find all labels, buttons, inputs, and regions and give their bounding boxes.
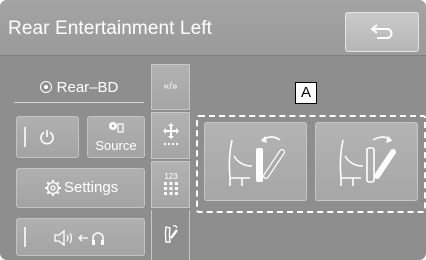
speaker-to-headphones-icon	[54, 229, 104, 247]
seat-recline-backward-button[interactable]	[315, 122, 418, 201]
return-arrow-icon	[370, 24, 393, 39]
seat-recline-icon	[164, 225, 178, 243]
skip-tab-label: «/»	[163, 81, 178, 92]
seat-backward-icon	[339, 136, 396, 186]
disc-indicator-icon	[39, 81, 52, 93]
source-icon	[109, 122, 124, 133]
seat-recline-forward-button[interactable]	[204, 122, 307, 201]
power-status-bar	[24, 127, 26, 147]
callout-label: A	[295, 82, 317, 104]
side-tab-bar: «/» 123	[150, 56, 192, 260]
seat-forward-icon	[228, 136, 285, 186]
power-icon	[40, 130, 54, 145]
move-cursor-tab[interactable]	[151, 112, 190, 159]
move-cursor-icon	[163, 123, 179, 145]
back-button[interactable]	[345, 12, 419, 52]
rear-entertainment-screen: Rear Entertainment Left Rear–BD Source S…	[0, 0, 426, 260]
source-label: Source	[95, 138, 137, 153]
gear-icon	[45, 180, 61, 196]
number-pad-tab[interactable]: 123	[151, 161, 190, 208]
divider	[14, 102, 144, 103]
svg-text:123: 123	[164, 172, 178, 181]
settings-button[interactable]: Settings	[16, 168, 145, 208]
header-bar: Rear Entertainment Left	[0, 0, 426, 56]
power-button[interactable]	[16, 116, 79, 158]
source-indicator-label: Rear–BD	[56, 79, 119, 96]
number-pad-icon: 123	[164, 172, 178, 195]
source-button[interactable]: Source	[87, 116, 145, 158]
seat-control-area: A	[192, 56, 426, 260]
source-indicator: Rear–BD	[14, 78, 144, 104]
audio-output-status-bar	[24, 227, 26, 247]
skip-tab[interactable]: «/»	[151, 64, 190, 110]
settings-label: Settings	[64, 179, 119, 196]
seat-recline-tab[interactable]	[151, 210, 190, 260]
page-title: Rear Entertainment Left	[8, 18, 213, 39]
audio-output-button[interactable]	[16, 218, 145, 256]
